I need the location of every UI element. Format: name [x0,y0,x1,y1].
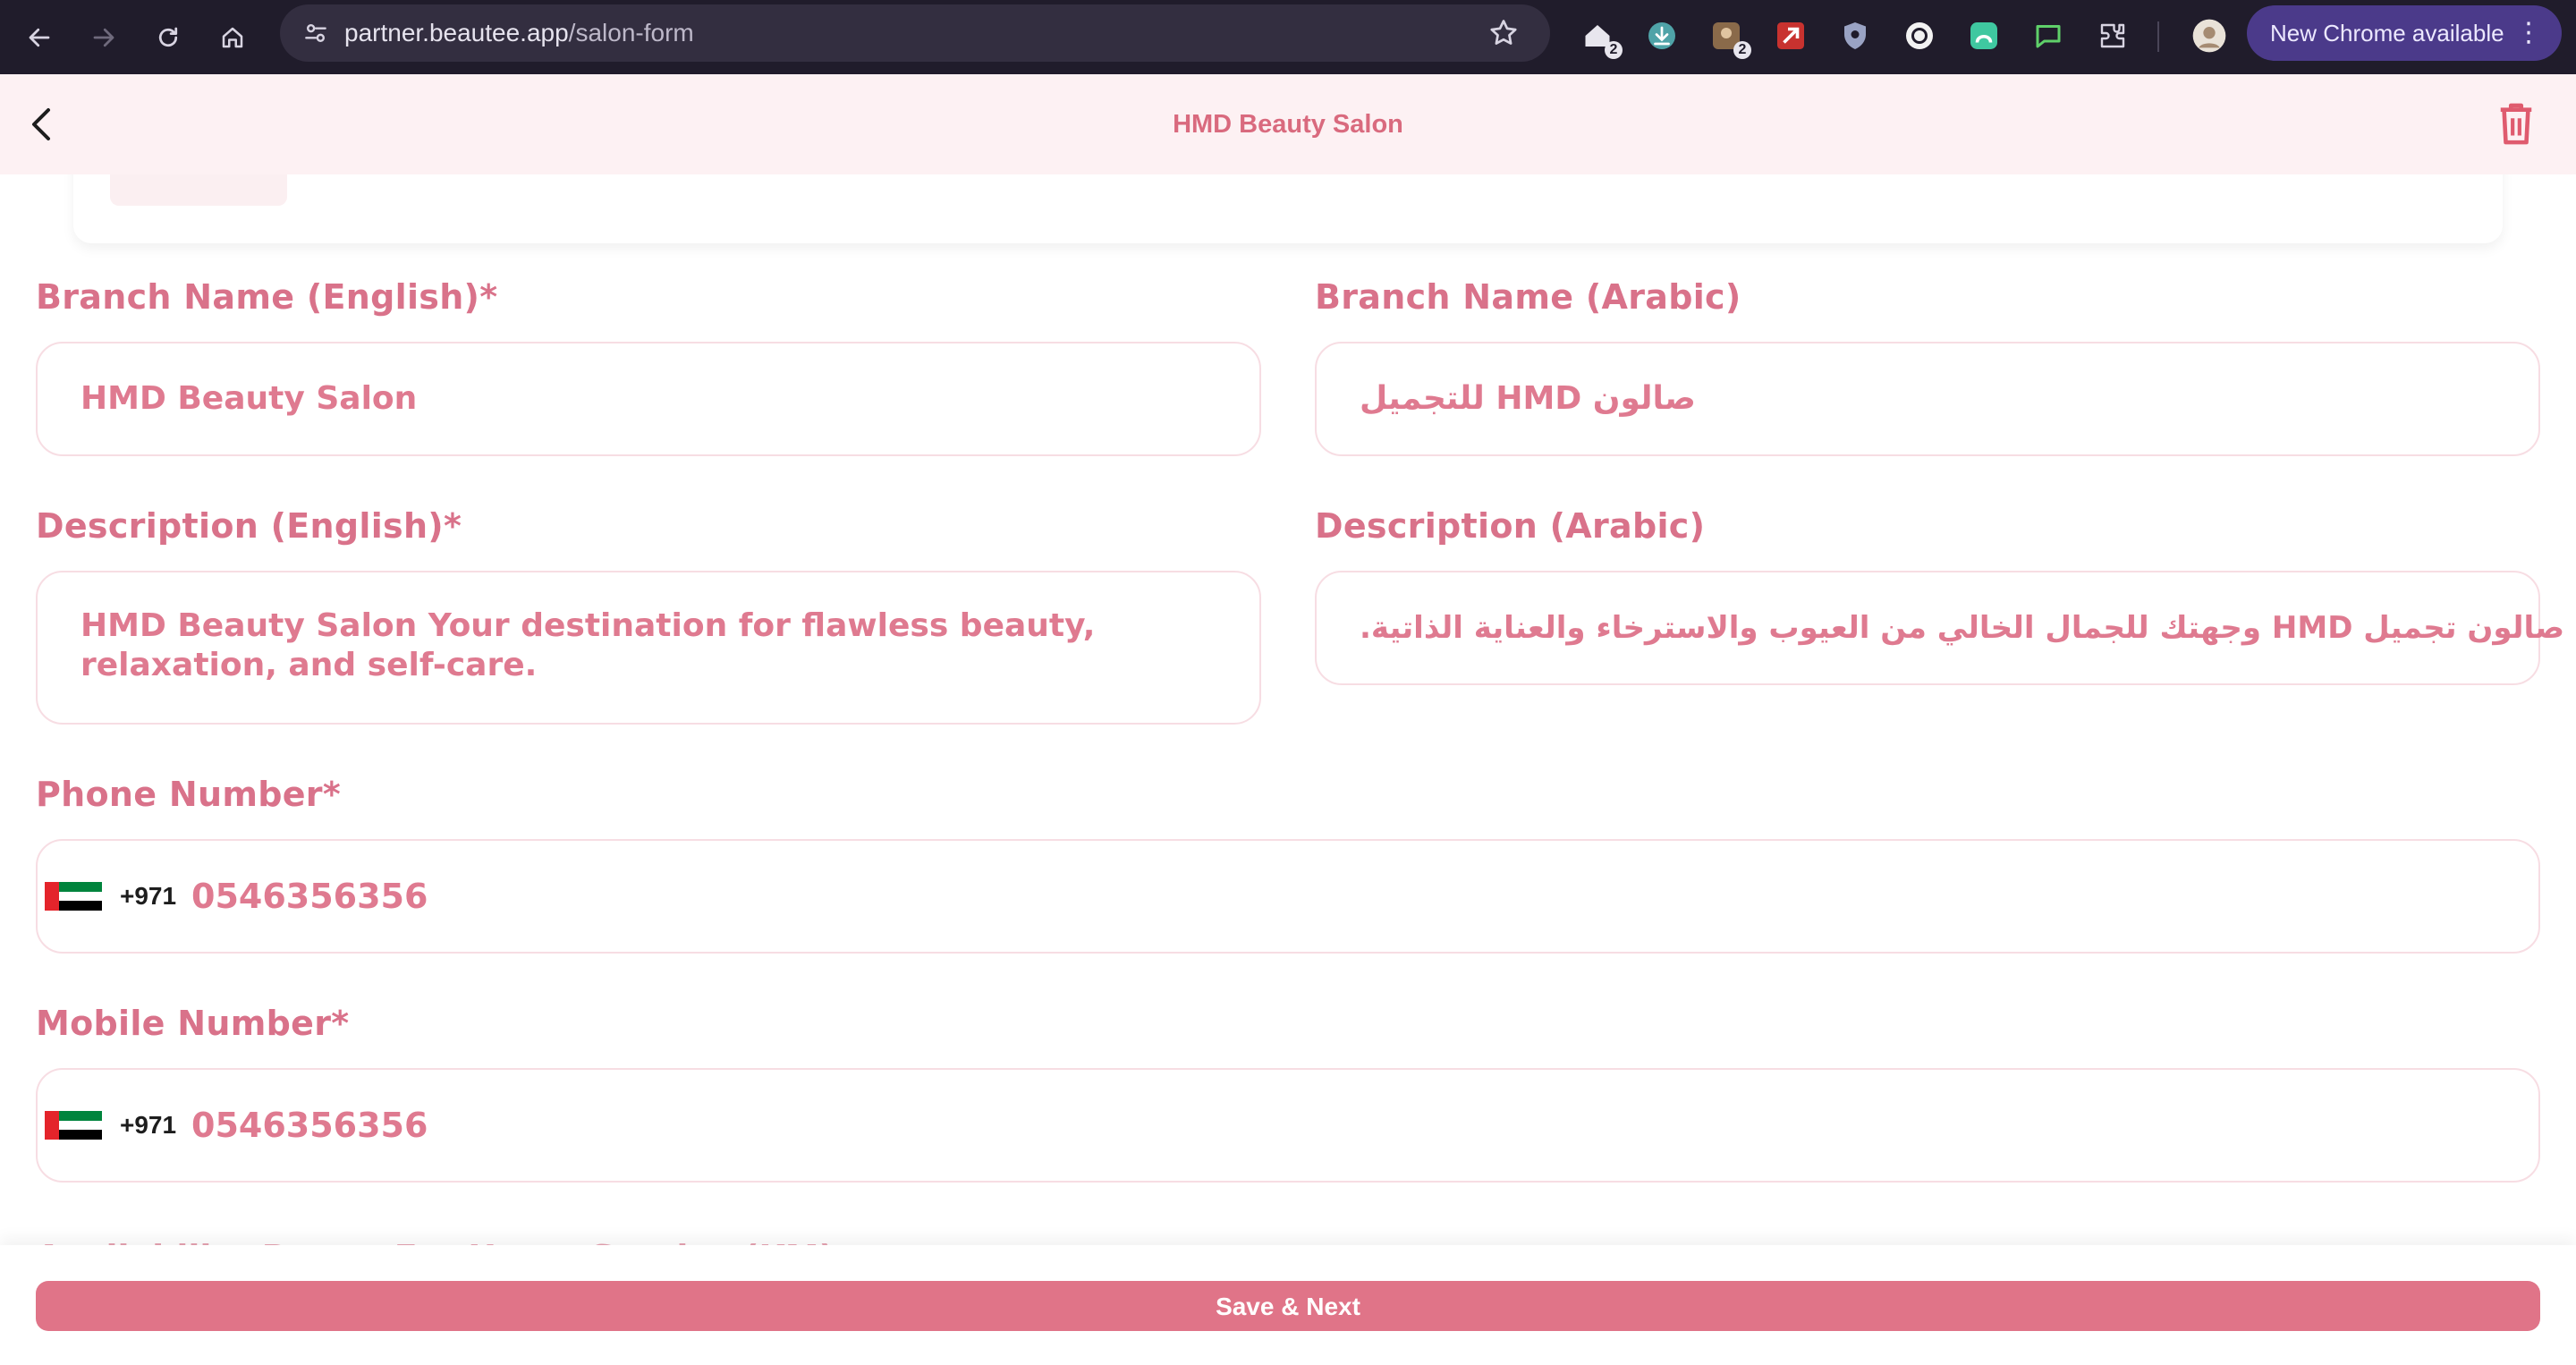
new-chrome-available-button[interactable]: New Chrome available ⋮ [2247,5,2562,61]
branch-name-en-input[interactable]: HMD Beauty Salon [36,342,1261,456]
description-ar-value: صالون تجميل HMD وجهتك للجمال الخالي من ا… [1360,610,2565,646]
back-arrow-icon[interactable] [18,16,61,59]
extension-green-icon[interactable] [1966,18,2002,54]
page-title: HMD Beauty Salon [1173,110,1403,139]
forward-arrow-icon[interactable] [82,16,125,59]
app-header: HMD Beauty Salon [0,74,2576,174]
branch-name-ar-value: صالون HMD للتجميل [1360,380,1696,417]
site-settings-icon[interactable] [301,19,330,52]
extension-download-icon[interactable] [1644,18,1680,54]
extension-arrow-icon[interactable] [1773,18,1809,54]
previous-section-chip [110,170,287,206]
bookmark-star-icon[interactable] [1487,17,1520,54]
extension-chat-icon[interactable] [2030,18,2066,54]
description-en-value: HMD Beauty Salon Your destination for fl… [80,607,1096,683]
branch-name-en-value: HMD Beauty Salon [80,380,418,417]
home-icon[interactable] [211,16,254,59]
branch-name-en-label: Branch Name (English)* [36,277,498,317]
browser-toolbar: partner.beautee.app/salon-form 2 2 New C… [0,0,2576,74]
branch-name-ar-label: Branch Name (Arabic) [1315,277,1741,317]
phone-number-label: Phone Number* [36,775,342,814]
url-path: /salon-form [568,19,694,47]
extension-circle-icon[interactable] [1902,18,1937,54]
description-ar-textarea[interactable]: صالون تجميل HMD وجهتك للجمال الخالي من ا… [1315,571,2564,685]
mobile-number-input[interactable]: +971 0546356356 [36,1068,2540,1183]
description-en-label: Description (English)* [36,506,462,546]
toolbar-divider [2157,21,2159,52]
extension-badge: 2 [1605,41,1623,59]
mobile-number-label: Mobile Number* [36,1004,350,1043]
reload-icon[interactable] [147,16,190,59]
extension-home-icon[interactable]: 2 [1580,18,1623,59]
extension-badge: 2 [1733,41,1751,59]
more-vert-icon[interactable]: ⋮ [2515,5,2542,61]
extensions-puzzle-icon[interactable] [2095,18,2131,54]
mobile-country-code[interactable]: +971 [120,1070,176,1181]
description-ar-label: Description (Arabic) [1315,506,1706,546]
phone-number-value: 0546356356 [191,877,428,916]
uae-flag-icon[interactable] [45,882,102,911]
profile-avatar-icon[interactable] [2191,18,2227,54]
phone-number-input[interactable]: +971 0546356356 [36,839,2540,954]
phone-country-code[interactable]: +971 [120,841,176,952]
uae-flag-icon[interactable] [45,1111,102,1140]
extension-avatar-icon[interactable]: 2 [1708,18,1751,59]
save-next-button[interactable]: Save & Next [36,1281,2540,1331]
mobile-number-value: 0546356356 [191,1106,428,1145]
bottom-action-bar: Save & Next [0,1245,2576,1365]
extension-shield-icon[interactable] [1837,18,1873,54]
delete-trash-icon[interactable] [2496,101,2537,148]
update-label: New Chrome available [2270,20,2504,47]
url-text: partner.beautee.app/salon-form [344,4,694,62]
address-bar[interactable]: partner.beautee.app/salon-form [280,4,1550,62]
branch-name-ar-input[interactable]: صالون HMD للتجميل [1315,342,2540,456]
description-en-textarea[interactable]: HMD Beauty Salon Your destination for fl… [36,571,1261,725]
url-host: partner.beautee.app [344,19,569,47]
